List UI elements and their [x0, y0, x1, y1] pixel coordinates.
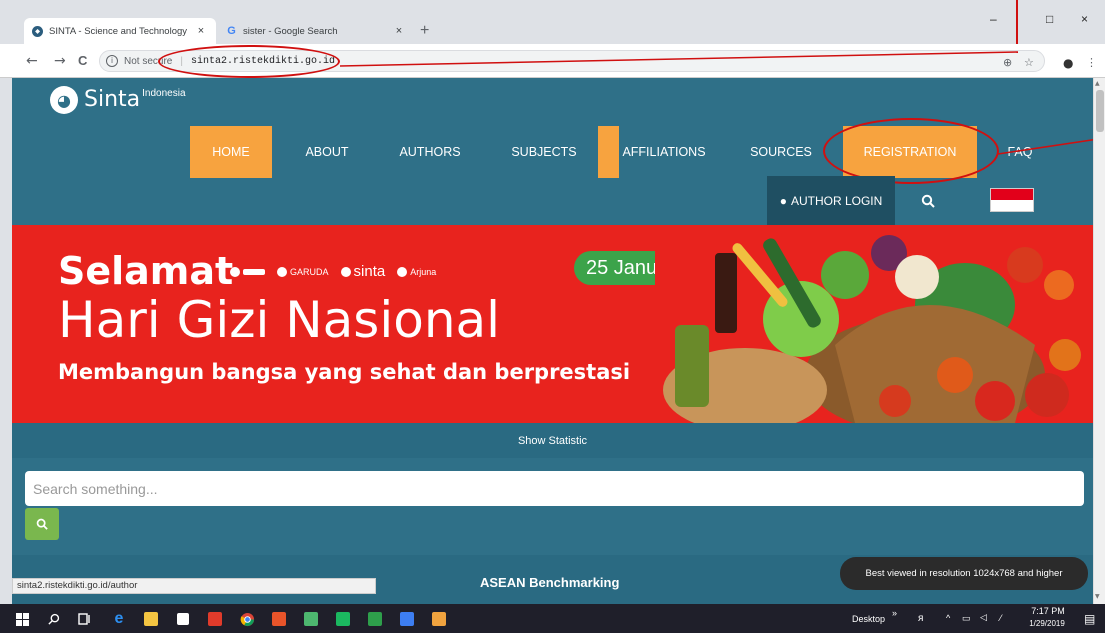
- chrome-icon[interactable]: [239, 611, 255, 627]
- search-submit-button[interactable]: [25, 508, 59, 540]
- author-login-label: AUTHOR LOGIN: [790, 193, 883, 208]
- word-app-icon[interactable]: [399, 611, 415, 627]
- banner-line2: Hari Gizi Nasional: [58, 291, 501, 349]
- mail-icon[interactable]: [207, 611, 223, 627]
- sinta-logo-small: sinta: [340, 263, 385, 280]
- page-scrollbar[interactable]: ▲ ▼: [1093, 78, 1105, 604]
- sheets-app-icon[interactable]: [335, 611, 351, 627]
- scroll-down-arrow-icon[interactable]: ▼: [1095, 593, 1100, 600]
- vim-app-icon[interactable]: [367, 611, 383, 627]
- pen-icon[interactable]: ⁄: [1000, 613, 1002, 623]
- banner-line3: Membangun bangsa yang sehat dan berprest…: [58, 360, 631, 384]
- header-search-button[interactable]: [906, 176, 950, 225]
- clock-time[interactable]: 7:17 PM: [1024, 606, 1072, 616]
- desktop-toolbar-label[interactable]: Desktop: [852, 614, 885, 624]
- show-statistic-label: Show Statistic: [517, 434, 588, 447]
- callout-lines: [339, 51, 1105, 155]
- toolbar-chevron-icon[interactable]: »: [892, 608, 897, 618]
- arjuna-logo: Arjuna: [397, 266, 436, 277]
- people-icon[interactable]: ᴙ: [918, 613, 923, 624]
- tray-expand-icon[interactable]: ^: [946, 613, 950, 623]
- clock-date[interactable]: 1/29/2019: [1022, 619, 1072, 628]
- kemristek-logo-icon: [230, 266, 265, 277]
- search-icon[interactable]: [46, 611, 62, 627]
- edge-icon[interactable]: e: [111, 610, 127, 627]
- volume-icon[interactable]: ◁: [980, 612, 987, 623]
- network-icon[interactable]: ▭: [962, 613, 971, 624]
- status-bar-url: sinta2.ristekdikti.go.id/author: [12, 578, 376, 594]
- store-icon[interactable]: [175, 611, 191, 627]
- photos-app-icon[interactable]: [303, 611, 319, 627]
- banner-line1: Selamat: [58, 249, 234, 293]
- search-icon: [921, 194, 935, 208]
- windows-taskbar: e Desktop » ᴙ ^ ▭ ◁ ⁄ 7:17 PM 1/29/2019 …: [0, 604, 1105, 633]
- vegetable-basket-image: [655, 225, 1093, 423]
- user-icon: ●: [779, 193, 787, 208]
- search-icon: [36, 518, 48, 530]
- windows-start-icon[interactable]: [14, 611, 30, 627]
- notifications-icon[interactable]: ▤: [1084, 612, 1095, 626]
- best-viewed-toast: Best viewed in resolution 1024x768 and h…: [840, 557, 1088, 590]
- garuda-logo: GARUDA: [277, 266, 329, 277]
- banner-partner-logos: GARUDA sinta Arjuna: [230, 263, 436, 280]
- file-explorer-icon[interactable]: [143, 611, 159, 627]
- show-statistic-button[interactable]: Show Statistic: [12, 423, 1093, 458]
- registration-callout-line: [997, 137, 1105, 155]
- presentation-app-icon[interactable]: [271, 611, 287, 627]
- task-view-icon[interactable]: [77, 611, 93, 627]
- scroll-thumb[interactable]: [1096, 90, 1104, 132]
- author-login-button[interactable]: ● AUTHOR LOGIN: [767, 176, 895, 225]
- indonesia-flag-icon[interactable]: [990, 188, 1034, 212]
- site-search-input[interactable]: [25, 471, 1084, 506]
- scroll-up-arrow-icon[interactable]: ▲: [1095, 80, 1100, 87]
- slides-app-icon[interactable]: [431, 611, 447, 627]
- asean-benchmarking-title: ASEAN Benchmarking: [480, 575, 620, 590]
- url-callout-line: [339, 51, 1019, 67]
- hari-gizi-banner: Selamat GARUDA sinta Arjuna 25 Januari H…: [12, 225, 1093, 423]
